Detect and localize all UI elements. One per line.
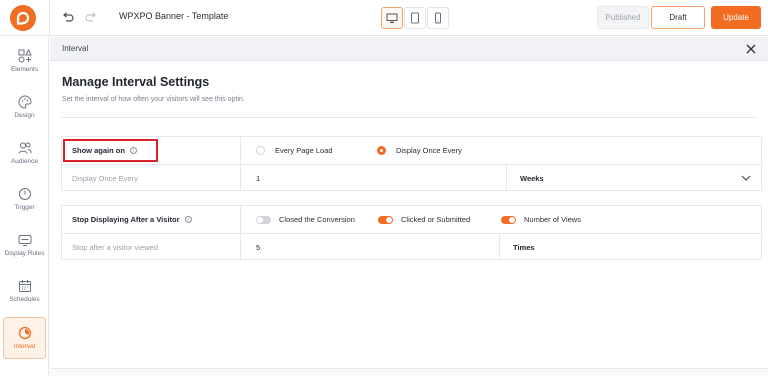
interval-icon	[18, 326, 32, 340]
update-button[interactable]: Update	[711, 6, 761, 29]
sidebar-item-design[interactable]: Design	[0, 86, 49, 128]
mobile-icon	[435, 12, 441, 24]
interval-value-cell: 1 Weeks	[242, 165, 761, 191]
panel-header-title: Interval	[62, 44, 89, 53]
toggle-number-of-views[interactable]: Number of Views	[501, 206, 581, 233]
sidebar-item-label: Schedules	[9, 296, 40, 303]
page-title: Manage Interval Settings	[62, 75, 210, 89]
close-icon	[746, 44, 756, 54]
published-button[interactable]: Published	[597, 6, 649, 29]
redo-icon	[85, 12, 96, 22]
table-row: Stop after a visitor viewed 5 Times	[62, 233, 761, 260]
template-title: WPXPO Banner - Template	[119, 11, 229, 21]
interval-label: Display Once Every	[62, 165, 241, 191]
interval-value-input[interactable]: 1	[256, 174, 260, 183]
display-rules-icon	[18, 233, 32, 247]
power-icon	[18, 187, 32, 201]
sidebar-item-trigger[interactable]: Trigger	[0, 178, 49, 220]
stop-displaying-label: Stop Displaying After a Visitor	[72, 215, 180, 224]
app-logo[interactable]	[10, 5, 36, 31]
top-bar: WPXPO Banner - Template Published Draft …	[0, 0, 768, 36]
sidebar-item-display-rules[interactable]: Display Rules	[0, 224, 49, 266]
stop-displaying-options: Closed the Conversion Clicked or Submitt…	[242, 206, 761, 233]
radio-label: Every Page Load	[275, 146, 333, 155]
users-icon	[18, 141, 32, 155]
palette-icon	[18, 95, 32, 109]
toggle-closed-conversion[interactable]: Closed the Conversion	[256, 206, 355, 233]
stop-displaying-section: Stop Displaying After a Visitor i Closed…	[61, 205, 762, 260]
chevron-down-icon	[741, 175, 751, 181]
interval-unit-select[interactable]: Weeks	[506, 165, 761, 191]
sidebar-item-label: Display Rules	[4, 250, 45, 257]
views-label: Stop after a visitor viewed	[62, 234, 241, 260]
sidebar: Elements Design Audience Trigger Display…	[0, 36, 49, 376]
info-icon[interactable]: i	[184, 216, 192, 223]
undo-icon	[63, 12, 74, 22]
divider	[499, 234, 500, 260]
interval-unit-value: Weeks	[520, 173, 544, 183]
views-value-input[interactable]: 5	[256, 243, 260, 252]
desktop-view-button[interactable]	[381, 7, 403, 29]
bottom-bar	[50, 368, 768, 376]
toggle-off-icon	[256, 215, 271, 224]
toggle-label: Clicked or Submitted	[401, 215, 471, 224]
radio-label: Display Once Every	[396, 146, 462, 155]
mobile-view-button[interactable]	[427, 7, 449, 29]
views-value-cell: 5 Times	[242, 234, 761, 260]
radio-every-page-load[interactable]: Every Page Load	[256, 137, 333, 164]
redo-button[interactable]	[80, 7, 102, 29]
divider	[49, 0, 50, 36]
table-row: Stop Displaying After a Visitor i Closed…	[62, 206, 761, 233]
sidebar-item-elements[interactable]: Elements	[0, 40, 49, 82]
sidebar-item-label: Trigger	[14, 204, 35, 211]
sidebar-item-label: Elements	[10, 66, 39, 73]
desktop-icon	[386, 13, 398, 23]
logo-icon	[16, 11, 30, 25]
tablet-icon	[411, 12, 419, 24]
sidebar-item-interval[interactable]: Interval	[3, 317, 46, 359]
table-row: Show again on i Every Page Load Display …	[62, 137, 761, 164]
close-button[interactable]	[744, 42, 758, 56]
panel-header: Interval	[50, 37, 768, 61]
sidebar-item-audience[interactable]: Audience	[0, 132, 49, 174]
views-unit: Times	[513, 242, 535, 252]
draft-button[interactable]: Draft	[651, 6, 705, 29]
sidebar-item-label: Design	[14, 112, 35, 119]
show-again-options: Every Page Load Display Once Every	[242, 137, 761, 164]
show-again-section: Show again on i Every Page Load Display …	[61, 136, 762, 191]
elements-icon	[18, 49, 32, 63]
table-row: Display Once Every 1 Weeks	[62, 164, 761, 191]
stop-displaying-label-cell: Stop Displaying After a Visitor i	[62, 206, 241, 233]
radio-selected-icon	[377, 146, 386, 155]
tablet-view-button[interactable]	[404, 7, 426, 29]
toggle-label: Closed the Conversion	[279, 215, 355, 224]
sidebar-item-label: Audience	[10, 158, 39, 165]
toggle-label: Number of Views	[524, 215, 581, 224]
highlight-box	[63, 139, 158, 162]
radio-icon	[256, 146, 265, 155]
toggle-on-icon	[378, 215, 393, 224]
page-subtitle: Set the interval of how often your visit…	[62, 96, 245, 103]
calendar-icon	[18, 279, 32, 293]
undo-button[interactable]	[57, 7, 79, 29]
sidebar-item-label: Interval	[13, 343, 36, 350]
radio-display-once-every[interactable]: Display Once Every	[377, 137, 462, 164]
toggle-on-icon	[501, 215, 516, 224]
toggle-clicked-submitted[interactable]: Clicked or Submitted	[378, 206, 470, 233]
divider	[62, 117, 758, 118]
sidebar-item-schedules[interactable]: Schedules	[0, 270, 49, 312]
